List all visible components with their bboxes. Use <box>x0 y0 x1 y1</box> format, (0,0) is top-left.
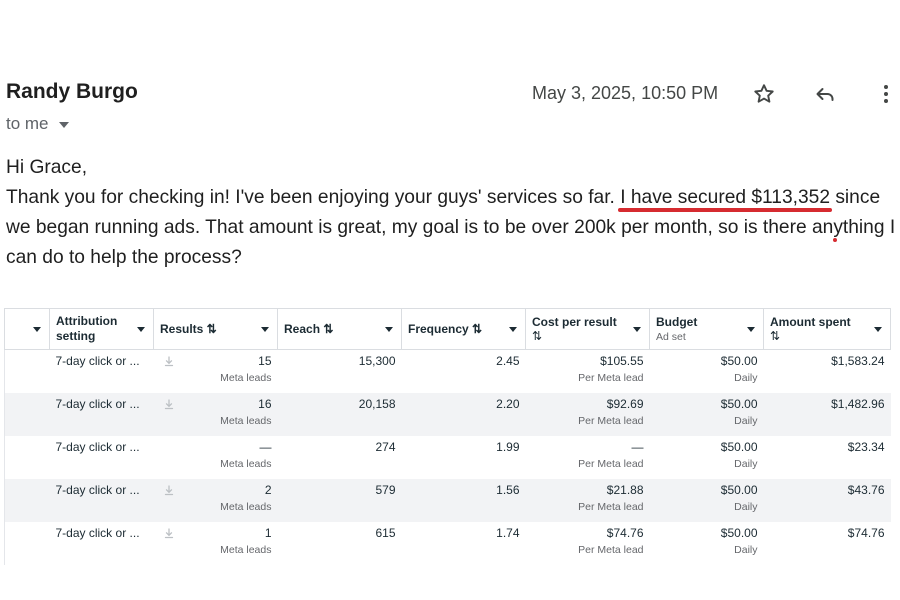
download-icon[interactable] <box>164 399 174 413</box>
column-header-budget[interactable]: Budget Ad set <box>649 308 764 350</box>
amount-cell: $1,583.24 <box>831 354 885 368</box>
reach-cell: 274 <box>375 440 396 454</box>
frequency-cell: 1.56 <box>401 479 526 522</box>
results-cell: 1 Meta leads <box>154 522 278 565</box>
attribution-cell: 7-day click or ... <box>55 354 140 368</box>
dropdown-arrow-icon <box>261 327 269 332</box>
budget-cell: $50.00 Daily <box>720 526 758 556</box>
reply-icon[interactable] <box>811 80 839 108</box>
amount-cell: $74.76 <box>847 526 885 540</box>
frequency-cell: 2.45 <box>496 354 520 368</box>
cost-cell: $105.55 Per Meta lead <box>578 354 644 384</box>
column-header-select[interactable] <box>4 308 50 350</box>
dropdown-arrow-icon <box>874 327 882 332</box>
star-icon[interactable] <box>750 80 778 108</box>
results-cell: 16 Meta leads <box>153 393 278 436</box>
column-header-reach[interactable]: Reach ⇅ <box>277 308 402 350</box>
table-row[interactable]: 7-day click or ... 15 Meta leads 15,300 … <box>4 349 891 394</box>
cost-cell: $92.69 Per Meta lead <box>525 393 650 436</box>
results-cell: 15 Meta leads <box>154 350 278 394</box>
dropdown-arrow-icon <box>385 327 393 332</box>
cost-cell: $21.88 Per Meta lead <box>525 479 650 522</box>
table-row[interactable]: 7-day click or ... 1 Meta leads 615 1.74… <box>4 522 891 565</box>
dropdown-arrow-icon <box>509 327 517 332</box>
frequency-cell: 1.99 <box>496 440 520 454</box>
download-icon[interactable] <box>164 485 174 499</box>
table-row[interactable]: 7-day click or ... 16 Meta leads 20,158 … <box>4 393 891 436</box>
caret-down-icon <box>58 122 69 128</box>
frequency-cell: 1.74 <box>496 526 520 540</box>
column-header-amount[interactable]: Amount spent ⇅ <box>763 308 891 350</box>
sort-icon: ⇅ <box>532 329 543 343</box>
reach-cell: 579 <box>277 479 402 522</box>
amount-cell: $23.34 <box>847 440 885 454</box>
attribution-cell: 7-day click or ... <box>49 479 154 522</box>
budget-cell: $50.00 Daily <box>649 393 764 436</box>
budget-cell: $50.00 Daily <box>720 354 758 384</box>
reach-cell: 15,300 <box>358 354 396 368</box>
results-cell: 2 Meta leads <box>153 479 278 522</box>
message-paragraph: Thank you for checking in! I've been enj… <box>6 183 896 273</box>
reach-cell: 20,158 <box>277 393 402 436</box>
budget-cell: $50.00 Daily <box>720 440 758 470</box>
dropdown-arrow-icon <box>137 327 145 332</box>
recipient-toggle[interactable]: to me <box>6 114 69 134</box>
highlighted-amount: I have secured $113,352 <box>620 187 830 208</box>
recipient-label: to me <box>6 114 49 133</box>
attribution-cell: 7-day click or ... <box>55 526 140 540</box>
column-header-cost[interactable]: Cost per result ⇅ <box>525 308 650 350</box>
column-header-frequency[interactable]: Frequency ⇅ <box>401 308 526 350</box>
dropdown-arrow-icon <box>633 327 641 332</box>
attribution-cell: 7-day click or ... <box>55 440 140 454</box>
sort-icon: ⇅ <box>770 329 781 343</box>
budget-cell: $50.00 Daily <box>649 479 764 522</box>
dropdown-arrow-icon <box>747 327 755 332</box>
attribution-cell: 7-day click or ... <box>49 393 154 436</box>
amount-cell: $43.76 <box>763 479 891 522</box>
column-header-attribution[interactable]: Attribution setting <box>49 308 154 350</box>
cost-cell: — Per Meta lead <box>578 440 644 470</box>
email-body: Hi Grace, Thank you for checking in! I'v… <box>6 153 896 273</box>
ads-results-table: Attribution setting Results ⇅ Reach ⇅ Fr… <box>4 308 891 565</box>
sender-name: Randy Burgo <box>6 80 138 103</box>
results-cell: — Meta leads <box>220 440 272 470</box>
dropdown-arrow-icon <box>33 327 41 332</box>
reach-cell: 615 <box>375 526 396 540</box>
download-icon[interactable] <box>164 356 174 370</box>
frequency-cell: 2.20 <box>401 393 526 436</box>
amount-cell: $1,482.96 <box>763 393 891 436</box>
table-row[interactable]: 7-day click or ... — Meta leads 274 1.99… <box>4 436 891 479</box>
cost-cell: $74.76 Per Meta lead <box>578 526 644 556</box>
more-vert-icon[interactable] <box>872 80 900 108</box>
table-row[interactable]: 7-day click or ... 2 Meta leads 579 1.56… <box>4 479 891 522</box>
email-date: May 3, 2025, 10:50 PM <box>532 83 719 103</box>
greeting: Hi Grace, <box>6 157 88 178</box>
download-icon[interactable] <box>164 528 174 542</box>
body-part-1: Thank you for checking in! I've been enj… <box>6 187 621 208</box>
column-header-results[interactable]: Results ⇅ <box>153 308 278 350</box>
